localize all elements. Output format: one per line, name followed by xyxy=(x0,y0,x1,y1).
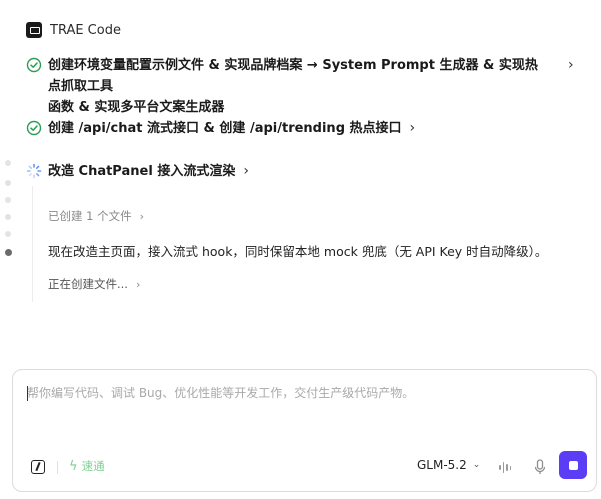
step-dot[interactable] xyxy=(5,214,11,220)
slash-command-button[interactable] xyxy=(31,460,45,474)
chevron-down-icon: ⌄ xyxy=(472,460,481,470)
chevron-right-icon[interactable]: › xyxy=(243,161,249,182)
check-circle-icon xyxy=(26,57,42,73)
task-title-line1: 创建环境变量配置示例文件 & 实现品牌档案 → System Prompt 生成… xyxy=(48,58,538,94)
loading-spinner-icon xyxy=(26,163,42,179)
composer-toolbar: ϟ 速通 GLM-5.2 ⌄ xyxy=(13,451,596,481)
subtask-divider xyxy=(32,186,33,302)
assistant-message: 现在改造主页面，接入流式 hook，同时保留本地 mock 兜底（无 API K… xyxy=(48,244,548,259)
task-item[interactable]: 创建 /api/chat 流式接口 & 创建 /api/trending 热点接… xyxy=(26,118,415,139)
creating-file-row[interactable]: 正在创建文件... › xyxy=(48,276,140,292)
step-dot[interactable] xyxy=(5,231,11,237)
task-title: 创建 /api/chat 流式接口 & 创建 /api/trending 热点接… xyxy=(48,121,402,136)
step-dot[interactable] xyxy=(5,160,11,166)
task-title: 改造 ChatPanel 接入流式渲染 xyxy=(48,164,236,179)
creating-file-label: 正在创建文件... xyxy=(48,277,128,291)
prompt-input[interactable] xyxy=(27,384,577,424)
check-circle-icon xyxy=(26,120,42,136)
step-dot[interactable] xyxy=(5,197,11,203)
chevron-right-icon: › xyxy=(135,277,141,291)
fast-mode-toggle[interactable]: ϟ 速通 xyxy=(69,458,105,474)
toolbar-divider xyxy=(57,461,58,474)
chevron-right-icon: › xyxy=(139,209,145,223)
text-caret xyxy=(27,386,28,401)
fast-mode-label: 速通 xyxy=(81,459,105,473)
stop-icon xyxy=(568,460,578,470)
app-header: TRAE Code xyxy=(26,22,121,38)
chevron-right-icon[interactable]: › xyxy=(410,118,416,139)
chevron-right-icon[interactable]: › xyxy=(568,57,574,73)
trae-logo-icon xyxy=(26,22,42,38)
created-files-label: 已创建 1 个文件 xyxy=(48,209,132,223)
voice-wave-icon[interactable] xyxy=(499,461,511,474)
model-name: GLM-5.2 xyxy=(417,458,467,472)
model-select[interactable]: GLM-5.2 ⌄ xyxy=(417,458,480,472)
step-dot-active[interactable] xyxy=(4,249,12,256)
microphone-icon[interactable] xyxy=(533,459,547,476)
app-title: TRAE Code xyxy=(50,22,121,38)
task-item-active[interactable]: 改造 ChatPanel 接入流式渲染 › xyxy=(26,161,249,182)
task-item[interactable]: 创建环境变量配置示例文件 & 实现品牌档案 → System Prompt 生成… xyxy=(26,55,548,118)
chat-composer: ϟ 速通 GLM-5.2 ⌄ xyxy=(12,369,597,492)
created-files-row[interactable]: 已创建 1 个文件 › xyxy=(48,208,144,224)
stop-generation-button[interactable] xyxy=(559,451,587,479)
step-dot[interactable] xyxy=(5,180,11,186)
lightning-icon: ϟ xyxy=(69,458,78,474)
task-title-line2: 函数 & 实现多平台文案生成器 xyxy=(48,100,225,115)
